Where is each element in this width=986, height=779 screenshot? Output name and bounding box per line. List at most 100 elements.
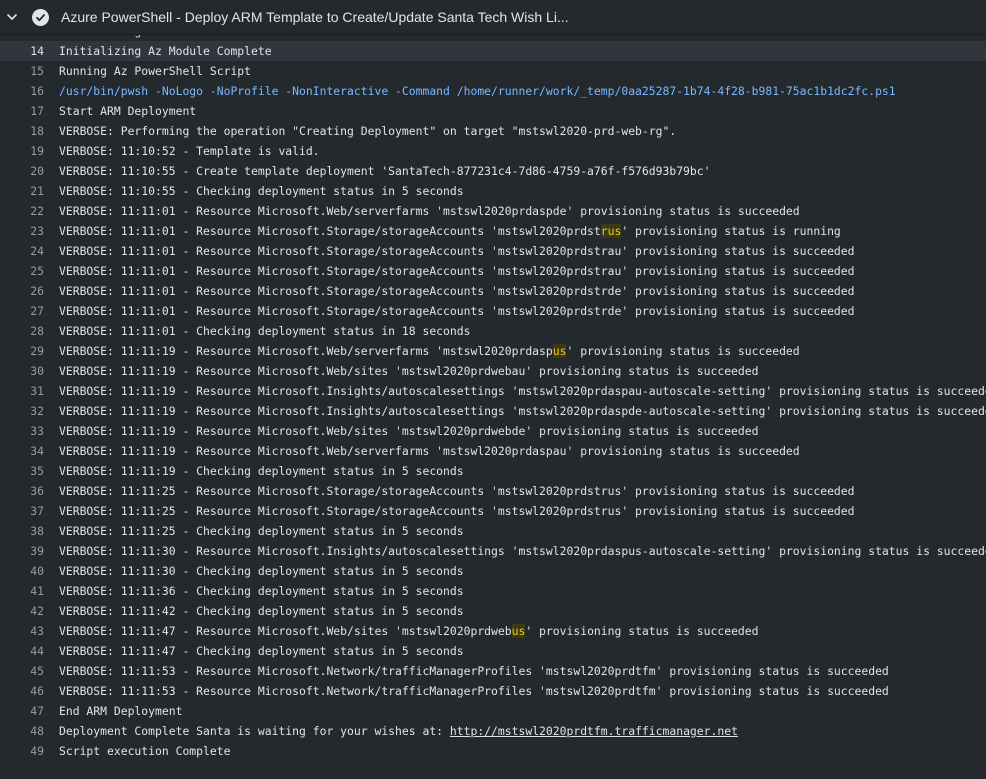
line-number[interactable]: 17 bbox=[0, 101, 44, 121]
log-text-segment: Deployment Complete Santa is waiting for… bbox=[59, 724, 450, 738]
log-text-segment: VERBOSE: Performing the operation "Creat… bbox=[59, 124, 677, 138]
log-line[interactable]: 43 VERBOSE: 11:11:47 - Resource Microsoft… bbox=[0, 621, 986, 641]
line-number[interactable]: 36 bbox=[0, 481, 44, 501]
log-text-segment: VERBOSE: 11:11:19 - Resource Microsoft.W… bbox=[59, 424, 759, 438]
line-number[interactable]: 32 bbox=[0, 401, 44, 421]
line-number[interactable]: 49 bbox=[0, 741, 44, 761]
line-number[interactable]: 29 bbox=[0, 341, 44, 361]
line-number[interactable]: 22 bbox=[0, 201, 44, 221]
line-number[interactable]: 39 bbox=[0, 541, 44, 561]
line-number[interactable]: 37 bbox=[0, 501, 44, 521]
log-line[interactable]: 16/usr/bin/pwsh -NoLogo -NoProfile -NonI… bbox=[0, 81, 986, 101]
chevron-down-icon[interactable] bbox=[6, 11, 18, 23]
log-text: Deployment Complete Santa is waiting for… bbox=[59, 721, 738, 741]
log-line[interactable]: 45 VERBOSE: 11:11:53 - Resource Microsoft… bbox=[0, 661, 986, 681]
log-text-segment: VERBOSE: 11:11:01 - Resource Microsoft.S… bbox=[59, 284, 855, 298]
check-circle-icon bbox=[32, 8, 49, 26]
log-line[interactable]: 23 VERBOSE: 11:11:01 - Resource Microsoft… bbox=[0, 221, 986, 241]
log-line[interactable]: 18 VERBOSE: Performing the operation "Cre… bbox=[0, 121, 986, 141]
log-line[interactable]: 24 VERBOSE: 11:11:01 - Resource Microsoft… bbox=[0, 241, 986, 261]
line-number[interactable]: 31 bbox=[0, 381, 44, 401]
line-number[interactable]: 25 bbox=[0, 261, 44, 281]
log-line[interactable]: 25 VERBOSE: 11:11:01 - Resource Microsoft… bbox=[0, 261, 986, 281]
search-highlight: us bbox=[552, 344, 567, 358]
log-text: VERBOSE: 11:11:19 - Resource Microsoft.W… bbox=[59, 341, 800, 361]
line-number[interactable]: 47 bbox=[0, 701, 44, 721]
line-number[interactable]: 41 bbox=[0, 581, 44, 601]
log-line[interactable]: 44 VERBOSE: 11:11:47 - Checking deploymen… bbox=[0, 641, 986, 661]
line-number[interactable]: 23 bbox=[0, 221, 44, 241]
log-text-segment: VERBOSE: 11:11:01 - Resource Microsoft.S… bbox=[59, 224, 601, 238]
log-text-segment: VERBOSE: 11:10:55 - Checking deployment … bbox=[59, 184, 464, 198]
line-number[interactable]: 20 bbox=[0, 161, 44, 181]
log-line[interactable]: 41 VERBOSE: 11:11:36 - Checking deploymen… bbox=[0, 581, 986, 601]
log-line[interactable]: 14 Initializing Az Module Complete bbox=[0, 41, 986, 61]
log-text: VERBOSE: 11:11:25 - Resource Microsoft.S… bbox=[59, 501, 855, 521]
log-text-segment: VERBOSE: 11:11:47 - Checking deployment … bbox=[59, 644, 464, 658]
log-line[interactable]: 22 VERBOSE: 11:11:01 - Resource Microsoft… bbox=[0, 201, 986, 221]
log-line[interactable]: 48 Deployment Complete Santa is waiting f… bbox=[0, 721, 986, 741]
log-line[interactable]: 15 Running Az PowerShell Script bbox=[0, 61, 986, 81]
line-number[interactable]: 28 bbox=[0, 321, 44, 341]
line-number[interactable]: 24 bbox=[0, 241, 44, 261]
log-line[interactable]: 34 VERBOSE: 11:11:19 - Resource Microsoft… bbox=[0, 441, 986, 461]
line-number[interactable]: 16 bbox=[0, 81, 44, 101]
line-number[interactable]: 46 bbox=[0, 681, 44, 701]
log-text-segment: VERBOSE: 11:11:30 - Resource Microsoft.I… bbox=[59, 544, 986, 558]
line-number[interactable]: 42 bbox=[0, 601, 44, 621]
line-number[interactable]: 27 bbox=[0, 301, 44, 321]
log-line[interactable]: 49 Script execution Complete bbox=[0, 741, 986, 761]
log-line[interactable]: 47 End ARM Deployment bbox=[0, 701, 986, 721]
line-number[interactable]: 38 bbox=[0, 521, 44, 541]
line-number[interactable]: 30 bbox=[0, 361, 44, 381]
log-line[interactable]: 27 VERBOSE: 11:11:01 - Resource Microsoft… bbox=[0, 301, 986, 321]
line-number[interactable]: 40 bbox=[0, 561, 44, 581]
log-line[interactable]: 37 VERBOSE: 11:11:25 - Resource Microsoft… bbox=[0, 501, 986, 521]
log-line[interactable]: 33 VERBOSE: 11:11:19 - Resource Microsoft… bbox=[0, 421, 986, 441]
log-line[interactable]: 36 VERBOSE: 11:11:25 - Resource Microsoft… bbox=[0, 481, 986, 501]
log-line[interactable]: 40 VERBOSE: 11:11:30 - Checking deploymen… bbox=[0, 561, 986, 581]
log-line[interactable]: 30 VERBOSE: 11:11:19 - Resource Microsoft… bbox=[0, 361, 986, 381]
deployment-url-link[interactable]: http://mstswl2020prdtfm.trafficmanager.n… bbox=[450, 724, 738, 738]
line-number[interactable]: 43 bbox=[0, 621, 44, 641]
line-number[interactable]: 48 bbox=[0, 721, 44, 741]
log-text-segment: VERBOSE: 11:11:53 - Resource Microsoft.N… bbox=[59, 684, 889, 698]
line-number[interactable]: 26 bbox=[0, 281, 44, 301]
log-line[interactable]: 35 VERBOSE: 11:11:19 - Checking deploymen… bbox=[0, 461, 986, 481]
log-line[interactable]: 42 VERBOSE: 11:11:42 - Checking deploymen… bbox=[0, 601, 986, 621]
log-line[interactable]: 20 VERBOSE: 11:10:55 - Create template de… bbox=[0, 161, 986, 181]
log-text-segment: Initializing Az Module Complete bbox=[59, 44, 272, 58]
log-line[interactable]: 28 VERBOSE: 11:11:01 - Checking deploymen… bbox=[0, 321, 986, 341]
log-line[interactable]: 39 VERBOSE: 11:11:30 - Resource Microsoft… bbox=[0, 541, 986, 561]
log-line[interactable]: 19 VERBOSE: 11:10:52 - Template is valid. bbox=[0, 141, 986, 161]
log-text-segment: VERBOSE: 11:11:01 - Resource Microsoft.S… bbox=[59, 304, 855, 318]
line-number[interactable]: 19 bbox=[0, 141, 44, 161]
log-line[interactable]: 31 VERBOSE: 11:11:19 - Resource Microsoft… bbox=[0, 381, 986, 401]
line-number[interactable]: 21 bbox=[0, 181, 44, 201]
line-number[interactable]: 35 bbox=[0, 461, 44, 481]
log-line[interactable]: 29 VERBOSE: 11:11:19 - Resource Microsoft… bbox=[0, 341, 986, 361]
log-text-segment: VERBOSE: 11:10:52 - Template is valid. bbox=[59, 144, 320, 158]
log-line[interactable]: 21 VERBOSE: 11:10:55 - Checking deploymen… bbox=[0, 181, 986, 201]
line-number[interactable]: 44 bbox=[0, 641, 44, 661]
log-text: VERBOSE: 11:11:19 - Resource Microsoft.W… bbox=[59, 441, 800, 461]
log-line[interactable]: 17 Start ARM Deployment bbox=[0, 101, 986, 121]
step-header[interactable]: Azure PowerShell - Deploy ARM Template t… bbox=[0, 0, 986, 35]
log-text-segment: VERBOSE: 11:11:01 - Resource Microsoft.S… bbox=[59, 264, 855, 278]
step-title: Azure PowerShell - Deploy ARM Template t… bbox=[61, 9, 569, 25]
line-number[interactable]: 14 bbox=[0, 41, 44, 61]
line-number[interactable]: 45 bbox=[0, 661, 44, 681]
log-text-segment: Running Az PowerShell Script bbox=[59, 64, 252, 78]
line-number[interactable]: 33 bbox=[0, 421, 44, 441]
line-number[interactable]: 34 bbox=[0, 441, 44, 461]
log-text: VERBOSE: 11:11:25 - Checking deployment … bbox=[59, 521, 464, 541]
log-line[interactable]: 26 VERBOSE: 11:11:01 - Resource Microsoft… bbox=[0, 281, 986, 301]
log-line[interactable]: 32 VERBOSE: 11:11:19 - Resource Microsoft… bbox=[0, 401, 986, 421]
log-text: VERBOSE: 11:10:52 - Template is valid. bbox=[59, 141, 320, 161]
log-line[interactable]: 38 VERBOSE: 11:11:25 - Checking deploymen… bbox=[0, 521, 986, 541]
line-number[interactable]: 15 bbox=[0, 61, 44, 81]
line-number[interactable]: 18 bbox=[0, 121, 44, 141]
log-text: VERBOSE: 11:11:47 - Resource Microsoft.W… bbox=[59, 621, 759, 641]
log-text-segment: VERBOSE: 11:11:25 - Resource Microsoft.S… bbox=[59, 484, 855, 498]
log-line[interactable]: 46 VERBOSE: 11:11:53 - Resource Microsoft… bbox=[0, 681, 986, 701]
